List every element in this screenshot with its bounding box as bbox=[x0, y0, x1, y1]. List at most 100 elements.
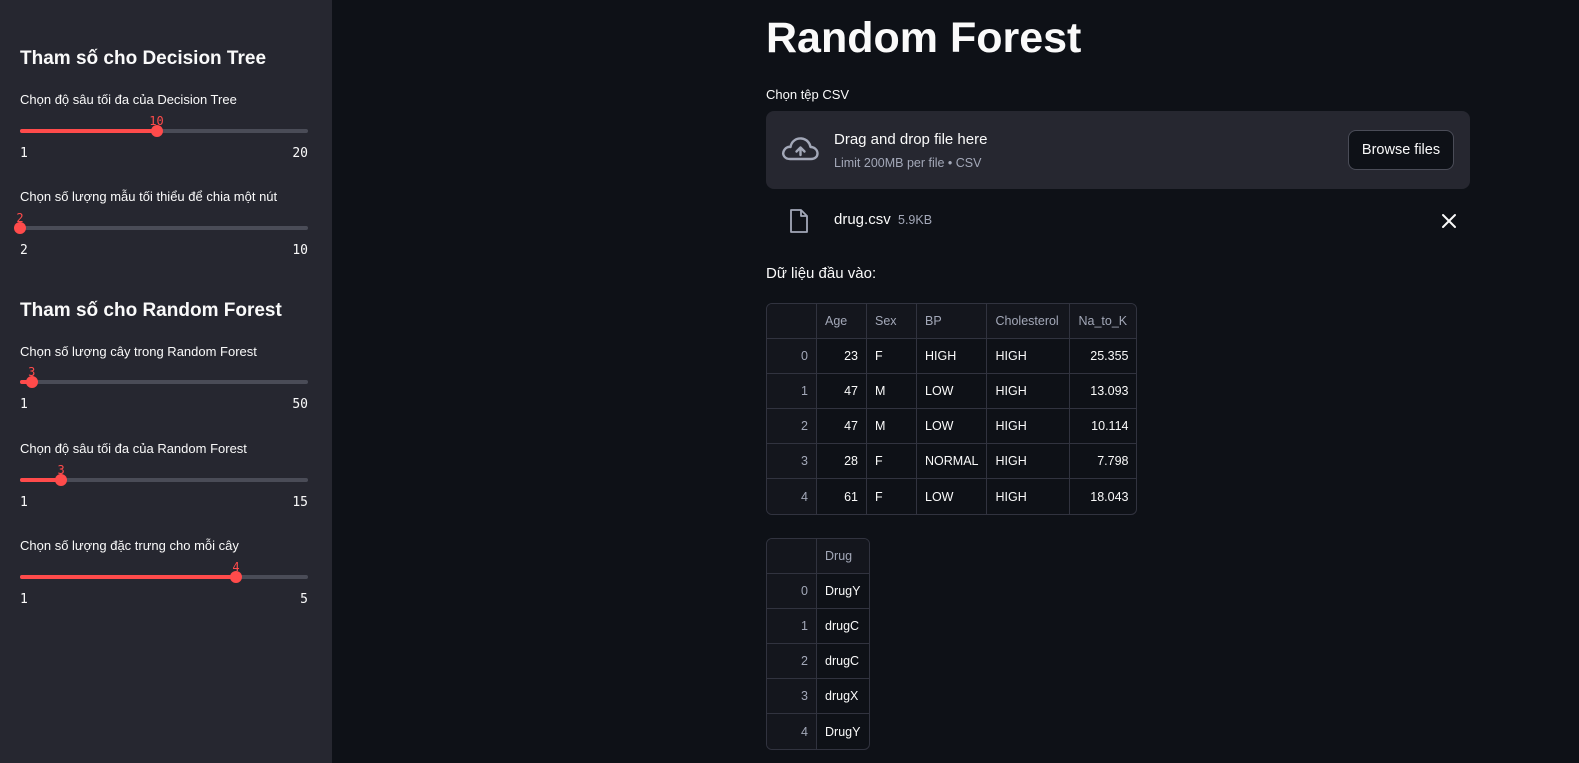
table-cell[interactable]: 13.093 bbox=[1070, 374, 1137, 409]
table-cell[interactable]: 10.114 bbox=[1070, 409, 1137, 444]
table-header-row: Age Sex BP Cholesterol Na_to_K bbox=[767, 304, 1137, 339]
table-row: 0 23 F HIGH HIGH 25.355 bbox=[767, 339, 1137, 374]
slider-max: 10 bbox=[292, 243, 308, 258]
table-cell[interactable]: 7.798 bbox=[1070, 444, 1137, 479]
column-header[interactable]: Age bbox=[817, 304, 867, 339]
sidebar: Tham số cho Decision Tree Chọn độ sâu tố… bbox=[0, 0, 332, 763]
column-header[interactable]: Drug bbox=[817, 539, 869, 574]
table-cell[interactable]: HIGH bbox=[987, 409, 1071, 444]
slider-fill bbox=[20, 575, 236, 579]
table-cell[interactable]: DrugY bbox=[817, 574, 869, 609]
table-cell[interactable]: F bbox=[867, 444, 917, 479]
slider-max: 50 bbox=[292, 397, 308, 412]
dropzone-limit: Limit 200MB per file • CSV bbox=[834, 156, 982, 170]
slider-max: 15 bbox=[292, 495, 308, 510]
slider-track[interactable] bbox=[20, 226, 308, 230]
table-cell[interactable]: drugC bbox=[817, 609, 869, 644]
rf-n-trees-slider[interactable]: 3 1 50 bbox=[20, 365, 308, 412]
column-header[interactable]: Sex bbox=[867, 304, 917, 339]
table-cell[interactable]: LOW bbox=[917, 374, 988, 409]
row-index: 2 bbox=[767, 644, 817, 679]
dt-max-depth-label: Chọn độ sâu tối đa của Decision Tree bbox=[20, 92, 237, 107]
table-cell[interactable]: drugC bbox=[817, 644, 869, 679]
random-forest-header: Tham số cho Random Forest bbox=[20, 300, 282, 321]
column-header[interactable]: BP bbox=[917, 304, 988, 339]
table-cell[interactable]: HIGH bbox=[987, 374, 1071, 409]
browse-files-button[interactable]: Browse files bbox=[1348, 130, 1454, 170]
table-cell[interactable]: drugX bbox=[817, 679, 869, 714]
slider-max: 5 bbox=[300, 592, 308, 607]
table-row: 3 drugX bbox=[767, 679, 869, 714]
dt-max-depth-slider[interactable]: 10 1 20 bbox=[20, 114, 308, 161]
slider-min: 1 bbox=[20, 592, 28, 607]
rf-max-features-label: Chọn số lượng đặc trưng cho mỗi cây bbox=[20, 538, 239, 553]
table-cell[interactable]: LOW bbox=[917, 409, 988, 444]
slider-min: 1 bbox=[20, 397, 28, 412]
rf-max-features-slider[interactable]: 4 1 5 bbox=[20, 560, 308, 607]
row-index: 3 bbox=[767, 444, 817, 479]
file-icon bbox=[790, 209, 808, 233]
row-index: 1 bbox=[767, 374, 817, 409]
table-cell[interactable]: HIGH bbox=[917, 339, 988, 374]
dt-min-samples-label: Chọn số lượng mẫu tối thiểu để chia một … bbox=[20, 189, 278, 204]
index-header bbox=[767, 539, 817, 574]
row-index: 1 bbox=[767, 609, 817, 644]
table-row: 1 drugC bbox=[767, 609, 869, 644]
file-name: drug.csv bbox=[834, 211, 891, 228]
column-header[interactable]: Na_to_K bbox=[1070, 304, 1137, 339]
slider-thumb[interactable] bbox=[14, 222, 26, 234]
table-row: 4 61 F LOW HIGH 18.043 bbox=[767, 479, 1136, 514]
slider-thumb[interactable] bbox=[25, 376, 38, 388]
table-cell[interactable]: 25.355 bbox=[1070, 339, 1137, 374]
table-cell[interactable]: HIGH bbox=[987, 479, 1071, 514]
row-index: 3 bbox=[767, 679, 817, 714]
slider-thumb[interactable] bbox=[150, 125, 163, 137]
table-cell[interactable]: F bbox=[867, 479, 917, 514]
file-dropzone[interactable]: Drag and drop file here Limit 200MB per … bbox=[766, 111, 1470, 189]
target-table[interactable]: Drug 0 DrugY 1 drugC 2 drugC 3 drugX 4 D bbox=[766, 538, 870, 750]
table-cell[interactable]: 61 bbox=[817, 479, 867, 514]
dt-min-samples-slider[interactable]: 2 2 10 bbox=[14, 211, 308, 258]
table-row: 1 47 M LOW HIGH 13.093 bbox=[767, 374, 1137, 409]
table-cell[interactable]: HIGH bbox=[987, 444, 1071, 479]
table-cell[interactable]: M bbox=[867, 374, 917, 409]
table-cell[interactable]: F bbox=[867, 339, 917, 374]
index-header bbox=[767, 304, 817, 339]
table-cell[interactable]: M bbox=[867, 409, 917, 444]
table-row: 0 DrugY bbox=[767, 574, 869, 609]
row-index: 4 bbox=[767, 479, 817, 514]
file-size: 5.9KB bbox=[898, 213, 933, 227]
slider-min: 1 bbox=[20, 146, 28, 161]
table-cell[interactable]: 47 bbox=[817, 374, 867, 409]
table-cell[interactable]: NORMAL bbox=[917, 444, 988, 479]
table-cell[interactable]: LOW bbox=[917, 479, 988, 514]
features-table[interactable]: Age Sex BP Cholesterol Na_to_K 0 23 F HI… bbox=[766, 303, 1138, 515]
slider-min: 1 bbox=[20, 495, 28, 510]
cloud-upload-icon bbox=[782, 137, 819, 161]
table-header-row: Drug bbox=[767, 539, 869, 574]
row-index: 4 bbox=[767, 714, 817, 749]
file-uploader-label: Chọn tệp CSV bbox=[766, 87, 850, 102]
table-cell[interactable]: DrugY bbox=[817, 714, 869, 749]
table-row: 2 47 M LOW HIGH 10.114 bbox=[767, 409, 1137, 444]
page-title: Random Forest bbox=[766, 14, 1082, 62]
table-cell[interactable]: 47 bbox=[817, 409, 867, 444]
slider-track[interactable] bbox=[20, 380, 308, 384]
slider-thumb[interactable] bbox=[55, 474, 68, 486]
rf-max-depth-label: Chọn độ sâu tối đa của Random Forest bbox=[20, 441, 247, 456]
column-header[interactable]: Cholesterol bbox=[987, 304, 1071, 339]
table-cell[interactable]: 28 bbox=[817, 444, 867, 479]
decision-tree-header: Tham số cho Decision Tree bbox=[20, 48, 267, 69]
rf-max-depth-slider[interactable]: 3 1 15 bbox=[20, 463, 308, 510]
uploaded-file: drug.csv 5.9KB bbox=[766, 200, 1470, 242]
table-row: 3 28 F NORMAL HIGH 7.798 bbox=[767, 444, 1137, 479]
table-cell[interactable]: 23 bbox=[817, 339, 867, 374]
input-data-label: Dữ liệu đầu vào: bbox=[766, 265, 877, 282]
row-index: 2 bbox=[767, 409, 817, 444]
table-cell[interactable]: HIGH bbox=[987, 339, 1071, 374]
close-icon[interactable] bbox=[1440, 212, 1458, 230]
table-row: 4 DrugY bbox=[767, 714, 869, 749]
dropzone-title: Drag and drop file here bbox=[834, 131, 988, 148]
table-cell[interactable]: 18.043 bbox=[1070, 479, 1136, 514]
slider-thumb[interactable] bbox=[230, 571, 242, 583]
